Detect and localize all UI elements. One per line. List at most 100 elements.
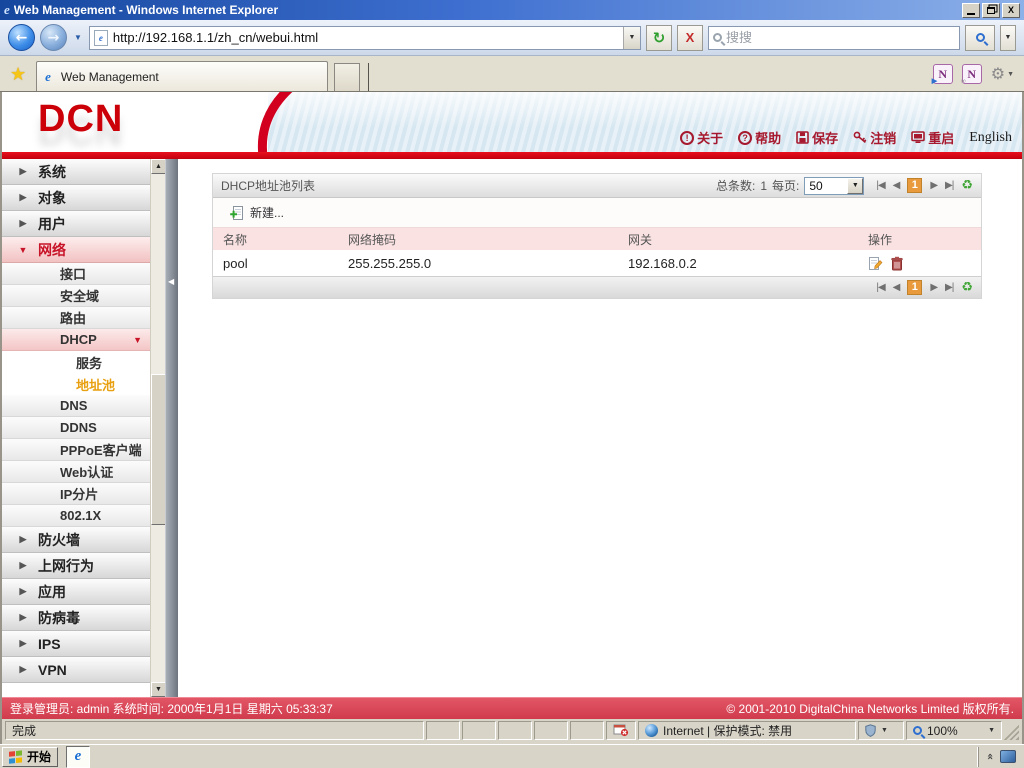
minimize-button[interactable]: [962, 2, 980, 18]
search-box[interactable]: [708, 25, 960, 50]
sidebar-item-label: 802.1X: [60, 508, 102, 523]
address-dropdown-button[interactable]: ▼: [623, 26, 640, 49]
sidebar-item-application[interactable]: ▶ 应用: [2, 579, 150, 605]
sidebar-item-system[interactable]: ▶ 系统: [2, 159, 150, 185]
refresh-list-icon[interactable]: ♻: [961, 280, 973, 295]
pager-first-button[interactable]: |◀: [876, 180, 885, 191]
sidebar-item-label: 服务: [76, 355, 103, 371]
new-tab-button[interactable]: [334, 63, 361, 91]
collapse-sidebar-icon[interactable]: ◀: [168, 277, 174, 286]
reboot-link[interactable]: 重启: [911, 128, 954, 147]
refresh-list-icon[interactable]: ♻: [961, 178, 973, 193]
sidebar-item-routing[interactable]: 路由: [2, 307, 150, 329]
edit-icon[interactable]: [868, 256, 883, 271]
sidebar-item-objects[interactable]: ▶ 对象: [2, 185, 150, 211]
pager-next-button[interactable]: ▶: [930, 282, 938, 293]
pager-current-page[interactable]: 1: [907, 280, 923, 295]
sidebar-item-network[interactable]: ▼ 网络: [2, 237, 150, 263]
panel-toolbar: 新建...: [213, 198, 981, 228]
address-input[interactable]: [112, 30, 623, 45]
new-button[interactable]: 新建...: [229, 204, 284, 221]
window-titlebar: e Web Management - Windows Internet Expl…: [0, 0, 1024, 20]
chevron-right-icon: ▶: [19, 612, 27, 622]
search-options-dropdown[interactable]: ▼: [1000, 24, 1016, 51]
security-pane[interactable]: ▼: [858, 721, 904, 740]
select-dropdown-icon[interactable]: ▼: [847, 177, 864, 194]
search-input[interactable]: [726, 30, 955, 45]
ie-icon: e: [74, 748, 82, 764]
sidebar-item-dns[interactable]: DNS: [2, 395, 150, 417]
sidebar-item-ip-fragment[interactable]: IP分片: [2, 483, 150, 505]
network-tray-icon[interactable]: [1000, 750, 1016, 763]
minimize-icon: [967, 12, 975, 15]
sidebar-item-interface[interactable]: 接口: [2, 263, 150, 285]
save-link[interactable]: 保存: [796, 128, 838, 147]
pager-current-page[interactable]: 1: [907, 178, 923, 193]
sidebar-item-service[interactable]: 服务: [2, 351, 150, 373]
recent-pages-dropdown[interactable]: ▼: [72, 33, 84, 42]
pager-next-button[interactable]: ▶: [930, 180, 938, 191]
pager-last-button[interactable]: ▶|: [945, 282, 954, 293]
sidebar-item-address-pool[interactable]: 地址池: [2, 373, 150, 395]
list-stats: 总条数: 1 每页: 50 ▼: [716, 176, 865, 195]
english-link[interactable]: English: [969, 130, 1012, 146]
sidebar-item-label: 防病毒: [38, 609, 80, 626]
sidebar-item-security-zone[interactable]: 安全域: [2, 285, 150, 307]
sidebar-splitter[interactable]: ◀: [165, 159, 178, 697]
tools-menu-button[interactable]: ⚙ ▼: [991, 64, 1014, 84]
taskbar-ie-button[interactable]: e: [66, 745, 91, 768]
scroll-down-icon[interactable]: ▼: [151, 682, 166, 697]
tab-favicon-icon: e: [45, 68, 51, 84]
search-go-icon: [975, 33, 985, 42]
sidebar-item-pppoe-client[interactable]: PPPoE客户端: [2, 439, 150, 461]
start-button[interactable]: 开始: [2, 746, 59, 767]
search-go-button[interactable]: [965, 24, 995, 51]
address-bar[interactable]: e ▼: [88, 25, 641, 50]
help-link[interactable]: ? 帮助: [738, 128, 781, 147]
pager-last-button[interactable]: ▶|: [945, 180, 954, 191]
sidebar-item-firewall[interactable]: ▶ 防火墙: [2, 527, 150, 553]
scrollbar-thumb[interactable]: [151, 374, 166, 525]
tray-expand-icon[interactable]: «: [984, 753, 997, 760]
sidebar-item-antivirus[interactable]: ▶ 防病毒: [2, 605, 150, 631]
pager-prev-button[interactable]: ◀: [893, 282, 901, 293]
chevron-right-icon: ▶: [19, 534, 27, 544]
status-pane: [498, 721, 532, 740]
resize-grip[interactable]: [1004, 721, 1019, 740]
stop-button[interactable]: X: [677, 24, 703, 51]
copyright: © 2001-2010 DigitalChina Networks Limite…: [726, 702, 1014, 716]
per-page-select[interactable]: 50 ▼: [804, 176, 865, 195]
shield-icon: [865, 724, 876, 737]
onenote-send-icon[interactable]: N ▶: [932, 64, 953, 85]
sidebar-item-label: DDNS: [60, 420, 97, 435]
scroll-up-icon[interactable]: ▲: [151, 159, 166, 174]
refresh-button[interactable]: ↻: [646, 24, 672, 51]
per-page-value: 50: [809, 178, 823, 193]
favorites-star-icon[interactable]: ★: [10, 64, 26, 85]
back-button[interactable]: ←: [8, 24, 35, 51]
sidebar-item-ddns[interactable]: DDNS: [2, 417, 150, 439]
delete-icon[interactable]: [890, 256, 904, 271]
sidebar-item-dhcp[interactable]: DHCP ▼: [2, 329, 150, 351]
onenote-linked-icon[interactable]: N ∞: [961, 64, 982, 85]
forward-button[interactable]: →: [40, 24, 67, 51]
about-link[interactable]: ! 关于: [680, 128, 723, 147]
zoom-pane[interactable]: 100% ▼: [906, 721, 1002, 740]
sidebar-item-ips[interactable]: ▶ IPS: [2, 631, 150, 657]
sidebar-scrollbar[interactable]: ▲ ▼: [150, 159, 166, 697]
sidebar-item-users[interactable]: ▶ 用户: [2, 211, 150, 237]
about-icon: !: [680, 130, 695, 145]
logout-link[interactable]: 注销: [853, 128, 896, 147]
restore-button[interactable]: [982, 2, 1000, 18]
cell-mask: 255.255.255.0: [348, 255, 432, 271]
sidebar-item-dot1x[interactable]: 802.1X: [2, 505, 150, 527]
sidebar-item-web-auth[interactable]: Web认证: [2, 461, 150, 483]
pager-first-button[interactable]: |◀: [876, 282, 885, 293]
chevron-right-icon: ▶: [19, 586, 27, 596]
close-button[interactable]: X: [1002, 2, 1020, 18]
pager-prev-button[interactable]: ◀: [893, 180, 901, 191]
sidebar-item-web-behavior[interactable]: ▶ 上网行为: [2, 553, 150, 579]
sidebar-item-vpn[interactable]: ▶ VPN: [2, 657, 150, 683]
dhcp-pool-panel: DHCP地址池列表 总条数: 1 每页: 50 ▼ |◀ ◀ 1 ▶ ▶| ♻: [212, 173, 982, 299]
tab-web-management[interactable]: e Web Management: [36, 61, 329, 91]
